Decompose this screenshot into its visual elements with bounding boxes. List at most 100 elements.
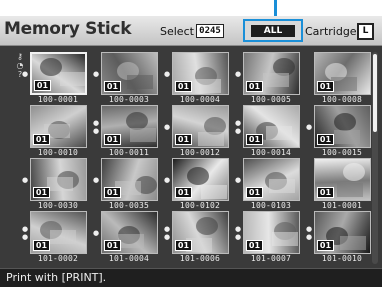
thumbnail-filename: 100-0035 [108,201,150,210]
print-count-badge: 01 [34,80,51,91]
dpof-icon: ◔ [16,61,24,70]
photo-content [340,236,366,250]
footer-bar: Print with [PRINT]. [0,268,382,287]
print-screen: Memory Stick Select 0245 ALL Cartridge L… [0,16,382,287]
marker-dots: ● ● [235,119,242,135]
marker-dots: ● [164,123,171,131]
thumbnail-filename: 101-0004 [108,254,150,263]
photo-content [127,75,153,89]
thumbnail-filename: 100-0012 [179,148,221,157]
thumbnail-filename: 100-0008 [321,95,363,104]
footer-message: Print with [PRINT]. [6,271,107,284]
photo-thumbnail[interactable]: 01 [101,211,158,254]
marker-dots: ● ● [22,225,29,241]
photo-thumbnail[interactable]: 01 [30,211,87,254]
header-bar: Memory Stick Select 0245 ALL Cartridge L [0,16,382,46]
print-count-badge: 01 [317,240,334,251]
photo-content [196,217,218,235]
cartridge-label: Cartridge [305,25,357,38]
photo-content [198,132,224,146]
print-count-badge: 01 [33,187,50,198]
print-count-badge: 01 [175,240,192,251]
thumbnail-filename: 100-0005 [250,95,292,104]
thumbnail-filename: 100-0004 [179,95,221,104]
photo-thumbnail[interactable]: 01 [314,158,371,201]
marker-dots: ● [306,123,313,131]
protect-icon: ⚷ [17,52,23,61]
thumbnail-filename: 101-0001 [321,201,363,210]
print-count-badge: 01 [33,240,50,251]
print-count-badge: 01 [104,240,121,251]
photo-content [269,179,295,193]
photo-content [263,73,289,87]
photo-thumbnail[interactable]: 01 [314,211,371,254]
photo-content [195,79,221,93]
print-count-badge: 01 [104,187,121,198]
marker-dots: ● [164,176,171,184]
thumbnail-filename: 100-0103 [250,201,292,210]
photo-content [334,130,360,144]
select-all-button[interactable]: ALL [243,19,303,42]
photo-thumbnail[interactable]: 01 [243,211,300,254]
page-title: Memory Stick [4,19,132,39]
thumbnail-filename: 101-0010 [321,254,363,263]
photo-thumbnail[interactable]: 01 [101,158,158,201]
thumbnail-filename: 100-0001 [37,95,79,104]
photo-content [343,163,365,181]
photo-content [334,113,356,131]
print-count-badge: 01 [317,187,334,198]
print-count-badge: 01 [246,187,263,198]
photo-content [266,126,292,140]
marker-dots: ● ● [306,225,313,241]
photo-content [187,167,209,185]
photo-content [337,183,363,197]
photo-thumbnail[interactable]: 01 [30,52,87,95]
marker-dots: ● [93,176,100,184]
thumbnail-filename: 100-0003 [108,95,150,104]
thumbnail-filename: 100-0015 [321,148,363,157]
photo-thumbnail[interactable]: 01 [30,158,87,201]
photo-thumbnail[interactable]: 01 [314,105,371,148]
thumbnail-grid: 01 100-0001 ● 01 100-0003 ● 01 100-0004 ● 01 100-0… [22,52,371,264]
marker-dots: ● ● [164,225,171,241]
print-count-badge: 01 [317,134,334,145]
thumbnail-filename: 100-0011 [108,148,150,157]
print-count-badge: 01 [175,81,192,92]
photo-thumbnail[interactable]: 01 [243,158,300,201]
thumbnail-filename: 100-0014 [250,148,292,157]
print-count-badge: 01 [246,240,263,251]
photo-content [201,185,227,199]
photo-content [331,77,357,91]
photo-content [60,72,85,86]
photo-thumbnail[interactable]: 01 [172,211,229,254]
marker-dots: ● ● [235,225,242,241]
photo-thumbnail[interactable]: 01 [314,52,371,95]
print-count-badge: 01 [33,134,50,145]
photo-thumbnail[interactable]: 01 [172,52,229,95]
print-count-badge: 01 [175,187,192,198]
marker-dots: ● [93,229,100,237]
photo-thumbnail[interactable]: 01 [30,105,87,148]
photo-content [130,128,156,142]
photo-thumbnail[interactable]: 01 [243,52,300,95]
marker-dots: ● [22,70,29,78]
marker-dots: ● [22,176,29,184]
marker-dots: ● [235,70,242,78]
photo-thumbnail[interactable]: 01 [101,105,158,148]
print-count-badge: 01 [104,134,121,145]
photo-thumbnail[interactable]: 01 [172,105,229,148]
scrollbar-thumb[interactable] [373,54,377,132]
photo-content [118,234,144,248]
print-count-badge: 01 [175,134,192,145]
print-count-badge: 01 [104,81,121,92]
photo-thumbnail[interactable]: 01 [243,105,300,148]
cartridge-size-icon: L [357,23,374,40]
marker-dots: ● [164,70,171,78]
thumbnail-filename: 100-0030 [37,201,79,210]
print-count-badge: 01 [246,134,263,145]
select-all-label: ALL [251,25,295,37]
print-count-badge: 01 [246,81,263,92]
thumbnail-filename: 101-0006 [179,254,221,263]
photo-thumbnail[interactable]: 01 [172,158,229,201]
photo-thumbnail[interactable]: 01 [101,52,158,95]
